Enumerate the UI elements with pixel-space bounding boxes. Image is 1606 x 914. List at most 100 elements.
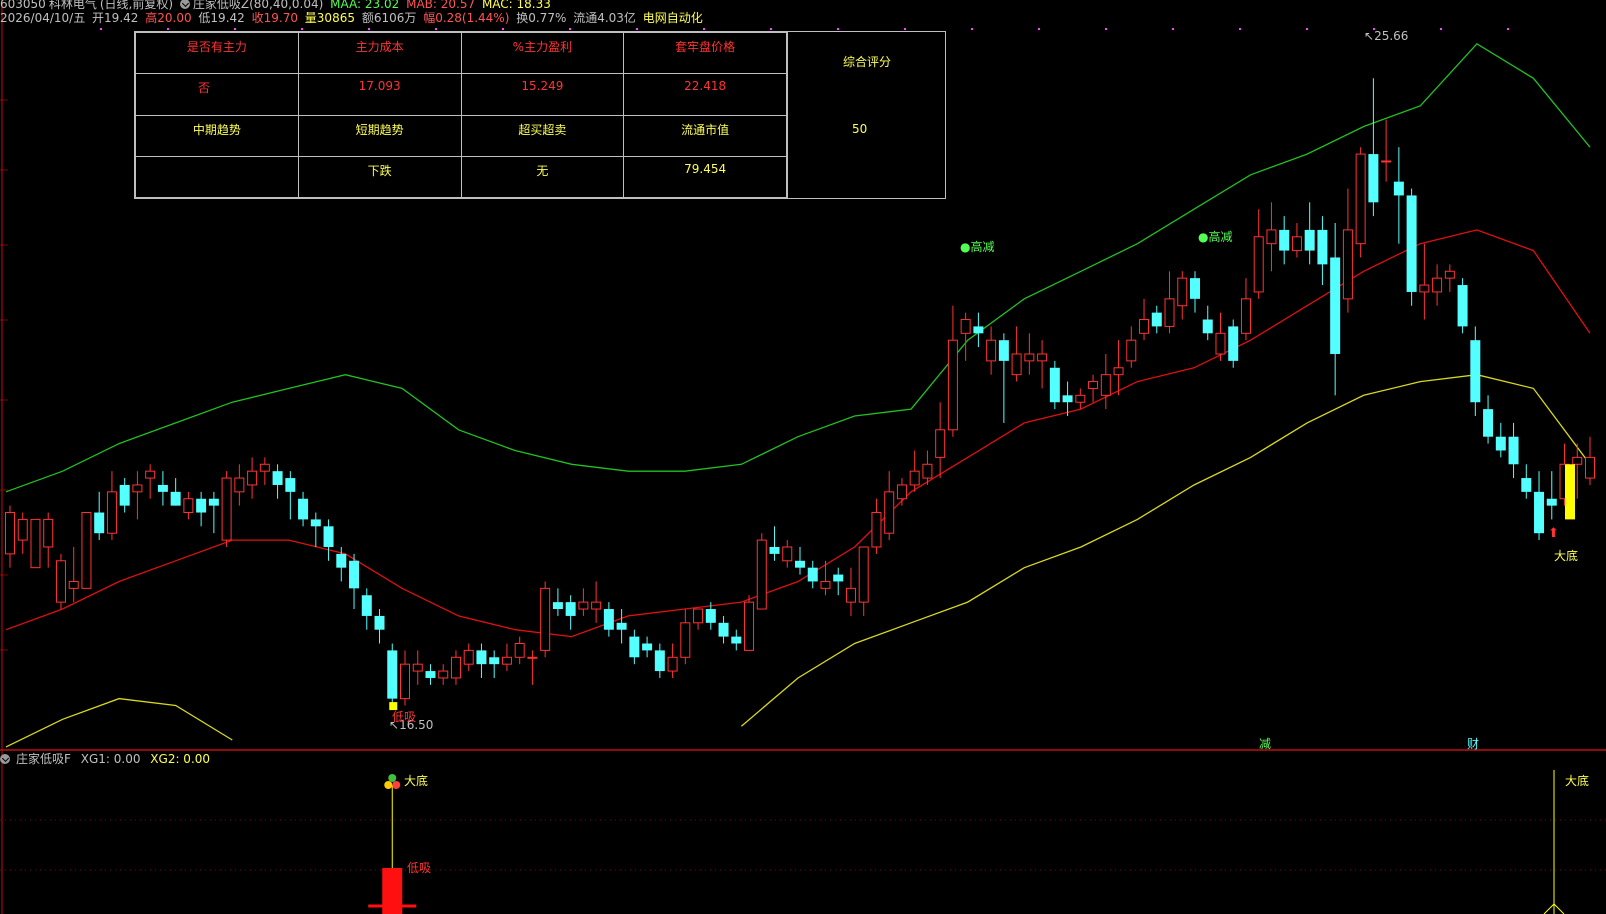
candle-body	[1164, 298, 1175, 327]
value-has-main-force: 否	[135, 73, 299, 116]
marker-finance[interactable]: 财	[1467, 735, 1479, 752]
header-overbought: 超买超卖	[460, 114, 625, 157]
candle-body	[1470, 340, 1481, 403]
candle-body	[756, 539, 767, 610]
quote-float-value: 流通4.03亿	[573, 11, 636, 25]
candle-body	[1062, 395, 1073, 403]
candle-body	[234, 477, 245, 493]
candle	[1444, 264, 1455, 292]
big-bottom-marker	[1565, 464, 1575, 520]
candle-body	[361, 595, 372, 616]
candle-body	[1240, 298, 1251, 334]
candle-body	[1546, 498, 1557, 506]
candle	[1037, 340, 1048, 389]
settings-gear-icon[interactable]	[179, 0, 190, 9]
flower-icon	[384, 781, 393, 789]
candle-body	[654, 650, 665, 672]
top-dot-marker	[368, 28, 370, 30]
candle-body	[298, 498, 309, 520]
candle-body	[1406, 195, 1417, 292]
candle-body	[501, 656, 512, 665]
candle	[170, 478, 181, 506]
candle-body	[540, 587, 551, 651]
top-dot-marker	[1306, 28, 1308, 30]
candle-body	[947, 339, 958, 431]
candle-body	[744, 601, 755, 651]
candle	[896, 478, 907, 506]
candle	[514, 636, 525, 665]
flower-icon	[392, 781, 401, 789]
candle	[578, 588, 589, 616]
candle-body	[693, 608, 704, 624]
signal-markers	[389, 464, 1575, 711]
candle	[909, 450, 920, 492]
lower-indicator-name[interactable]: 庄家低吸F	[16, 752, 71, 766]
candle-body	[820, 580, 831, 589]
sector-link[interactable]: 电网自动化	[643, 11, 703, 25]
value-main-profit: 15.249	[460, 73, 625, 116]
high-price-label: ↖25.66	[1364, 29, 1409, 43]
candle	[1202, 305, 1213, 341]
candle	[1534, 471, 1545, 541]
candle	[1151, 305, 1162, 334]
indicator-name[interactable]: 庄家低吸Z(80,40,0.04)	[193, 0, 323, 11]
candle-body	[909, 470, 920, 486]
header-mid-trend: 中期趋势	[135, 114, 299, 157]
candle-body	[336, 553, 347, 568]
candle	[81, 512, 92, 589]
candle-body	[1495, 436, 1506, 451]
header-main-profit: %主力盈利	[460, 31, 625, 75]
candle-body	[1228, 326, 1239, 361]
candle-body	[591, 601, 602, 610]
candle	[693, 608, 704, 630]
candle-body	[884, 491, 895, 534]
candle-body	[1291, 236, 1302, 252]
candle	[591, 581, 602, 623]
candle-body	[425, 671, 436, 678]
candle	[1228, 319, 1239, 368]
candle	[667, 643, 678, 678]
quote-date: 2026/04/10/五	[0, 11, 86, 25]
candle-body	[552, 602, 563, 610]
candle-body	[132, 484, 143, 493]
candle	[973, 312, 984, 348]
top-dot-marker	[636, 28, 638, 30]
candle-body	[1342, 229, 1353, 300]
candle	[259, 457, 270, 485]
candle-body	[1202, 319, 1213, 334]
candle-body	[489, 657, 500, 665]
candle	[1393, 147, 1404, 244]
candle-body	[247, 470, 258, 486]
period-label: (日线,前复权)	[99, 0, 174, 11]
candle	[183, 491, 194, 520]
candle-body	[1330, 257, 1341, 354]
candle-body	[731, 636, 742, 644]
high-price-value: 25.66	[1374, 29, 1409, 43]
candle-body	[795, 560, 805, 568]
candle	[845, 567, 856, 616]
candle	[247, 457, 258, 499]
candle-body	[119, 484, 130, 506]
candle	[1291, 223, 1302, 258]
candle-body	[94, 512, 105, 534]
candle	[1215, 312, 1226, 361]
signal-high-reduce-2: ●高减	[1198, 230, 1233, 244]
candle	[642, 636, 653, 658]
candle-body	[807, 567, 818, 582]
value-short-trend: 下跌	[297, 155, 462, 199]
candle	[463, 643, 474, 672]
value-overbought: 无	[460, 155, 625, 199]
candle	[298, 491, 309, 527]
candle	[349, 553, 360, 610]
top-dot-marker	[904, 28, 906, 30]
candle-body	[1585, 456, 1595, 479]
top-dot-marker	[435, 28, 437, 30]
lower-settings-gear-icon[interactable]	[0, 754, 10, 764]
maa-value: MAA: 23.02	[330, 0, 400, 11]
top-dot-marker	[301, 28, 303, 30]
header-short-trend: 短期趋势	[297, 114, 462, 157]
mac-value: MAC: 18.33	[481, 0, 551, 11]
candle-body	[1266, 229, 1277, 245]
candle-body	[514, 642, 525, 658]
top-dot-marker	[1239, 28, 1241, 30]
